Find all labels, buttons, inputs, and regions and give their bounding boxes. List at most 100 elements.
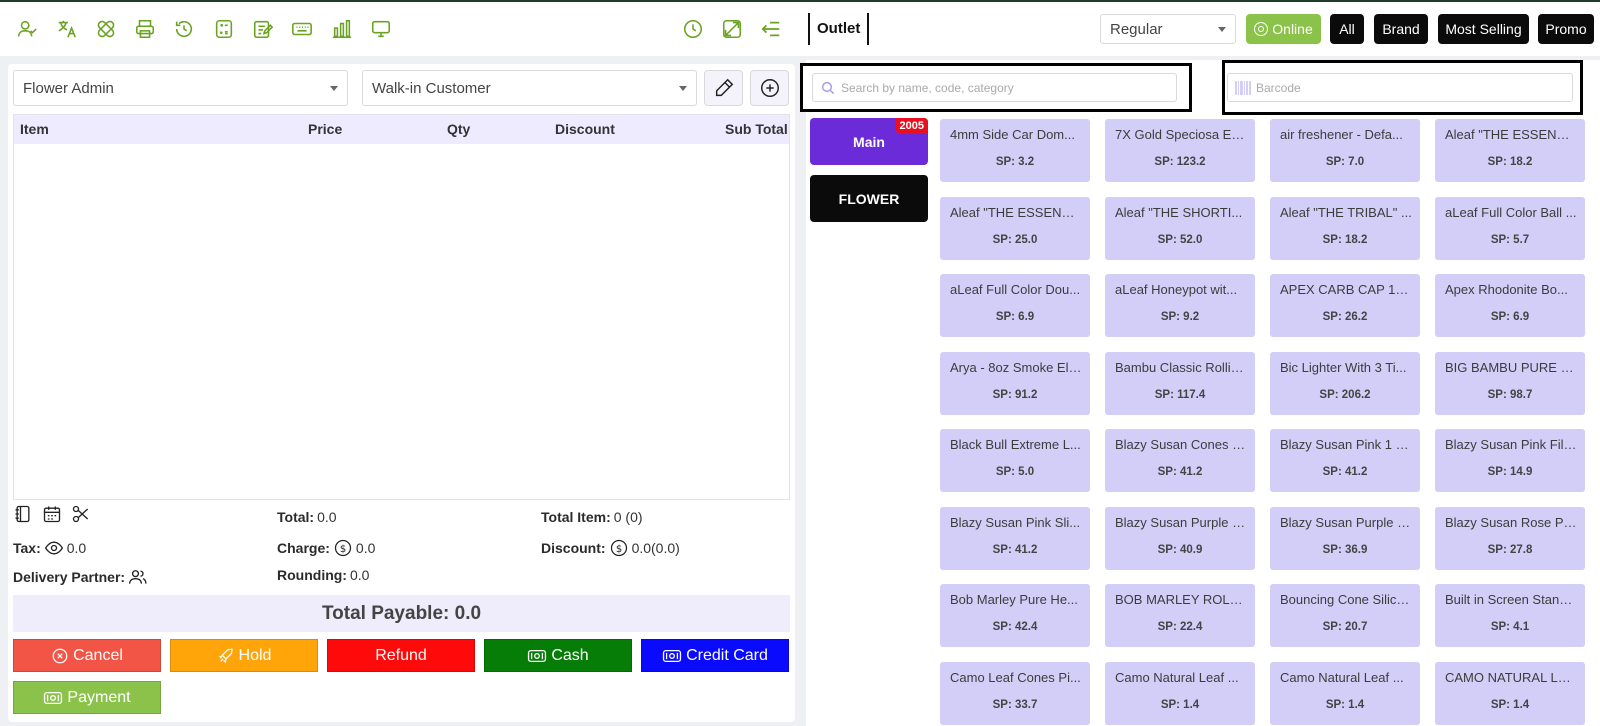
bandage-icon[interactable]: [93, 16, 119, 42]
add-customer-button[interactable]: [750, 70, 789, 106]
product-price: SP: 1.4: [1325, 699, 1365, 711]
product-name: aLeaf Full Color Dou...: [950, 282, 1081, 297]
product-name: Blazy Susan Pink 1 ¼ ...: [1280, 437, 1412, 452]
product-name: aLeaf Full Color Ball ...: [1445, 205, 1577, 220]
waiter-value: Flower Admin: [23, 79, 114, 97]
cancel-button[interactable]: Cancel: [13, 639, 161, 672]
product-price: SP: 27.8: [1487, 544, 1533, 556]
product-card[interactable]: Aleaf "THE SHORTI... SP: 52.0: [1105, 197, 1255, 260]
calendar-icon[interactable]: [42, 504, 62, 524]
product-price: SP: 18.2: [1322, 234, 1368, 246]
product-card[interactable]: Bob Marley Pure He... SP: 42.4: [940, 584, 1090, 647]
product-card[interactable]: Aleaf "THE ESSENTI... SP: 25.0: [940, 197, 1090, 260]
product-card[interactable]: Camo Leaf Cones Pi... SP: 33.7: [940, 662, 1090, 725]
notebook-icon[interactable]: [13, 504, 33, 524]
cart-table-header: Item Price Qty Discount Sub Total: [14, 115, 789, 144]
product-name: aLeaf Honeypot wit...: [1115, 282, 1238, 297]
delivery-label: Delivery Partner:: [13, 569, 126, 585]
product-card[interactable]: Blazy Susan Pink Filt... SP: 14.9: [1435, 429, 1585, 492]
category-flower[interactable]: FLOWER: [810, 175, 928, 222]
history-icon[interactable]: [171, 16, 197, 42]
product-name: Aleaf "THE SHORTI...: [1115, 205, 1243, 220]
fullscreen-icon[interactable]: [719, 16, 745, 42]
product-card[interactable]: Aleaf "THE TRIBAL" ... SP: 18.2: [1270, 197, 1420, 260]
cash-button[interactable]: Cash: [484, 639, 632, 672]
waiter-select[interactable]: Flower Admin: [13, 70, 348, 106]
product-card[interactable]: 4mm Side Car Dom... SP: 3.2: [940, 119, 1090, 182]
product-card[interactable]: Camo Natural Leaf ... SP: 1.4: [1270, 662, 1420, 725]
product-card[interactable]: BOB MARLEY ROLLI... SP: 22.4: [1105, 584, 1255, 647]
product-card[interactable]: Arya - 8oz Smoke Eli... SP: 91.2: [940, 352, 1090, 415]
category-flower-label: FLOWER: [838, 190, 900, 207]
bar-chart-icon[interactable]: [329, 16, 355, 42]
monitor-icon[interactable]: [368, 16, 394, 42]
price-type-select[interactable]: Regular: [1100, 14, 1236, 44]
dollar-circle-icon[interactable]: $: [609, 538, 629, 558]
filter-all-button[interactable]: All: [1330, 14, 1364, 44]
printer-icon[interactable]: [132, 16, 158, 42]
product-name: Built in Screen Stand...: [1445, 592, 1577, 607]
category-main[interactable]: Main 2005: [810, 118, 928, 165]
product-card[interactable]: Black Bull Extreme L... SP: 5.0: [940, 429, 1090, 492]
rocket-icon: [218, 648, 233, 663]
product-card[interactable]: Blazy Susan Purple S... SP: 36.9: [1270, 507, 1420, 570]
online-status-icon: [1254, 22, 1269, 36]
customer-select[interactable]: Walk-in Customer: [362, 70, 697, 106]
product-card[interactable]: BIG BAMBU PURE H... SP: 98.7: [1435, 352, 1585, 415]
total-item-label: Total Item:: [541, 509, 611, 525]
product-card[interactable]: aLeaf Honeypot wit... SP: 9.2: [1105, 274, 1255, 337]
edit-customer-button[interactable]: [704, 70, 743, 106]
filter-promo-button[interactable]: Promo: [1538, 14, 1594, 44]
product-search-box[interactable]: Search by name, code, category: [800, 63, 1192, 112]
product-card[interactable]: air freshener - Defa... SP: 7.0: [1270, 119, 1420, 182]
product-card[interactable]: APEX CARB CAP 12... SP: 26.2: [1270, 274, 1420, 337]
calculator-icon[interactable]: [211, 16, 237, 42]
product-card[interactable]: Blazy Susan Pink Sli... SP: 41.2: [940, 507, 1090, 570]
refund-button[interactable]: Refund: [327, 639, 475, 672]
product-price: SP: 9.2: [1160, 311, 1200, 323]
online-button[interactable]: Online: [1246, 14, 1321, 44]
users-icon[interactable]: [128, 567, 148, 587]
product-card[interactable]: Built in Screen Stand... SP: 4.1: [1435, 584, 1585, 647]
product-card[interactable]: 7X Gold Speciosa Ex... SP: 123.2: [1105, 119, 1255, 182]
user-icon[interactable]: [14, 16, 40, 42]
payment-button[interactable]: Payment: [13, 681, 161, 714]
tax-label: Tax:: [13, 540, 41, 556]
product-card[interactable]: Aleaf "THE ESSENTI... SP: 18.2: [1435, 119, 1585, 182]
credit-card-button[interactable]: Credit Card: [641, 639, 789, 672]
eye-icon[interactable]: [44, 538, 64, 558]
product-card[interactable]: Camo Natural Leaf ... SP: 1.4: [1105, 662, 1255, 725]
filter-brand-button[interactable]: Brand: [1374, 14, 1428, 44]
dollar-circle-icon[interactable]: $: [333, 538, 353, 558]
scissors-icon[interactable]: [71, 504, 91, 524]
product-card[interactable]: aLeaf Full Color Ball ... SP: 5.7: [1435, 197, 1585, 260]
product-search-input[interactable]: Search by name, code, category: [812, 73, 1177, 102]
product-name: Black Bull Extreme L...: [950, 437, 1081, 452]
product-card[interactable]: Bouncing Cone Silico... SP: 20.7: [1270, 584, 1420, 647]
menu-collapse-icon[interactable]: [758, 16, 784, 42]
product-card[interactable]: CAMO NATURAL LE... SP: 1.4: [1435, 662, 1585, 725]
product-card[interactable]: Apex Rhodonite Bo... SP: 6.9: [1435, 274, 1585, 337]
product-card[interactable]: Bambu Classic Rollin... SP: 117.4: [1105, 352, 1255, 415]
hold-button[interactable]: Hold: [170, 639, 318, 672]
keyboard-icon[interactable]: [289, 16, 315, 42]
clock-icon[interactable]: [680, 16, 706, 42]
refund-label: Refund: [375, 646, 427, 664]
product-card[interactable]: aLeaf Full Color Dou... SP: 6.9: [940, 274, 1090, 337]
charge-value: 0.0: [355, 540, 376, 556]
edit-note-icon[interactable]: [250, 16, 276, 42]
product-card[interactable]: Blazy Susan Cones a... SP: 41.2: [1105, 429, 1255, 492]
product-card[interactable]: Bic Lighter With 3 Ti... SP: 206.2: [1270, 352, 1420, 415]
product-name: APEX CARB CAP 12...: [1280, 282, 1412, 297]
product-card[interactable]: Blazy Susan Pink 1 ¼ ... SP: 41.2: [1270, 429, 1420, 492]
barcode-box[interactable]: Barcode: [1222, 60, 1583, 115]
filter-most-selling-button[interactable]: Most Selling: [1438, 14, 1529, 44]
product-card[interactable]: Blazy Susan Rose Pe... SP: 27.8: [1435, 507, 1585, 570]
total-item-summary: Total Item: 0 (0): [541, 509, 643, 525]
product-card[interactable]: Blazy Susan Purple P... SP: 40.9: [1105, 507, 1255, 570]
search-icon: [821, 81, 835, 94]
product-name: Camo Natural Leaf ...: [1280, 670, 1404, 685]
barcode-input[interactable]: Barcode: [1227, 73, 1573, 102]
credit-card-label: Credit Card: [686, 646, 768, 664]
translate-icon[interactable]: [54, 16, 80, 42]
